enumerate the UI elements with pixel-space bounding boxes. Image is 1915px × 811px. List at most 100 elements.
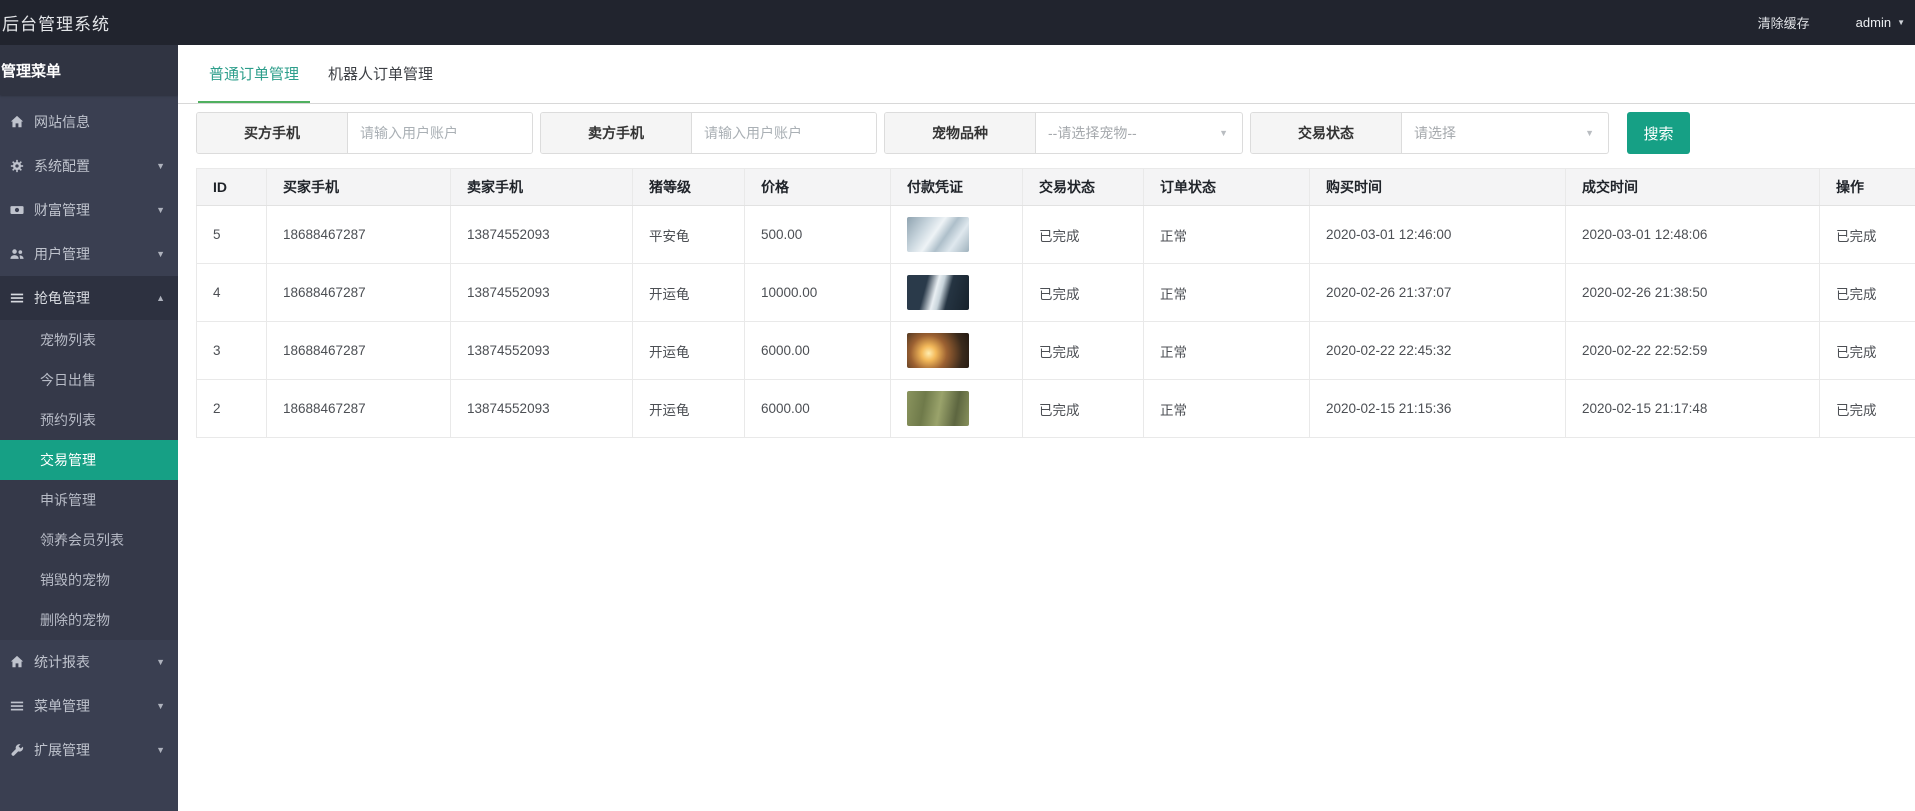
sidebar-subitem-4-0[interactable]: 宠物列表 [0, 320, 178, 360]
grade-cell: 开运龟 [633, 322, 745, 380]
sidebar-subitem-4-1[interactable]: 今日出售 [0, 360, 178, 400]
column-header-3: 猪等级 [633, 169, 745, 206]
sidebar-subitem-4-2[interactable]: 预约列表 [0, 400, 178, 440]
orders-table: ID买家手机卖家手机猪等级价格付款凭证交易状态订单状态购买时间成交时间操作 51… [196, 168, 1915, 438]
table-row: 41868846728713874552093开运龟10000.00已完成正常2… [197, 264, 1915, 322]
seller-cell: 13874552093 [451, 264, 633, 322]
table-row: 21868846728713874552093开运龟6000.00已完成正常20… [197, 380, 1915, 438]
payment-voucher-thumbnail[interactable] [907, 217, 969, 252]
sidebar-subitem-4-3[interactable]: 交易管理 [0, 440, 178, 480]
sidebar-item-5[interactable]: 统计报表▼ [0, 640, 178, 684]
deal_time-cell: 2020-03-01 12:48:06 [1566, 206, 1820, 264]
tab-1[interactable]: 机器人订单管理 [317, 45, 444, 103]
seller-phone-input[interactable] [692, 113, 876, 153]
payment-voucher-thumbnail[interactable] [907, 275, 969, 310]
price-cell: 6000.00 [745, 322, 891, 380]
sidebar-item-label: 菜单管理 [34, 696, 90, 716]
clear-cache-button[interactable]: 清除缓存 [1758, 13, 1810, 32]
trade_status-cell: 已完成 [1023, 264, 1144, 322]
price-cell: 500.00 [745, 206, 891, 264]
buyer-phone-filter: 买方手机 [196, 112, 533, 154]
chevron-down-icon: ▼ [1219, 128, 1228, 138]
payment-voucher-thumbnail[interactable] [907, 333, 969, 368]
caret-down-icon: ▼ [156, 161, 165, 171]
sidebar-item-4[interactable]: 抢龟管理 ▲ [0, 276, 178, 320]
deal_time-cell: 2020-02-15 21:17:48 [1566, 380, 1820, 438]
order_status-cell: 正常 [1144, 380, 1310, 438]
action-link[interactable]: 已完成 [1836, 345, 1877, 360]
payment-voucher-cell [891, 380, 1023, 438]
sidebar-subitem-4-7[interactable]: 删除的宠物 [0, 600, 178, 640]
action-link[interactable]: 已完成 [1836, 287, 1877, 302]
column-header-0: ID [197, 169, 267, 206]
trade-status-select-value: 请选择 [1414, 123, 1456, 143]
sidebar-item-label: 用户管理 [34, 244, 90, 264]
payment-voucher-thumbnail[interactable] [907, 391, 969, 426]
wrench-icon [10, 743, 28, 757]
caret-down-icon: ▼ [156, 249, 165, 259]
sidebar-submenu: 宠物列表今日出售预约列表交易管理申诉管理领养会员列表销毁的宠物删除的宠物 [0, 320, 178, 640]
sidebar-item-2[interactable]: 财富管理▼ [0, 188, 178, 232]
sidebar-item-1[interactable]: 系统配置 ▼ [0, 144, 178, 188]
sidebar-item-label: 抢龟管理 [34, 288, 90, 308]
order_status-cell: 正常 [1144, 322, 1310, 380]
sidebar-subitem-4-6[interactable]: 销毁的宠物 [0, 560, 178, 600]
pet-type-select[interactable]: --请选择宠物-- ▼ [1036, 113, 1242, 153]
sidebar-subitem-4-5[interactable]: 领养会员列表 [0, 520, 178, 560]
payment-voucher-cell [891, 264, 1023, 322]
column-header-1: 买家手机 [267, 169, 451, 206]
sidebar: 管理菜单 网站信息系统配置▼财富管理▼用户管理▼抢龟管理▲宠物列表今日出售预约列… [0, 45, 178, 811]
trade-status-filter: 交易状态 请选择 ▼ [1250, 112, 1609, 154]
sidebar-item-3[interactable]: 用户管理 ▼ [0, 232, 178, 276]
sidebar-item-6[interactable]: 菜单管理 ▼ [0, 684, 178, 728]
action-link[interactable]: 已完成 [1836, 403, 1877, 418]
caret-down-icon: ▼ [156, 701, 165, 711]
trade-status-label: 交易状态 [1251, 113, 1402, 153]
users-icon [10, 247, 28, 261]
buyer-cell: 18688467287 [267, 322, 451, 380]
column-header-8: 购买时间 [1310, 169, 1566, 206]
buyer-phone-input[interactable] [348, 113, 532, 153]
list-icon [10, 699, 28, 713]
column-header-6: 交易状态 [1023, 169, 1144, 206]
sidebar-item-label: 系统配置 [34, 156, 90, 176]
id-cell: 3 [197, 322, 267, 380]
buyer-cell: 18688467287 [267, 206, 451, 264]
table-row: 31868846728713874552093开运龟6000.00 已完成 正常20… [197, 322, 1915, 380]
trade-status-select[interactable]: 请选择 ▼ [1402, 113, 1608, 153]
table-body: 51868846728713874552093平安龟500.00已完成正常202… [197, 206, 1915, 438]
caret-down-icon: ▼ [156, 745, 165, 755]
tab-bar: 普通订单管理机器人订单管理 [178, 45, 1915, 104]
sidebar-header: 管理菜单 [0, 45, 178, 95]
sidebar-item-0[interactable]: 网站信息 [0, 100, 178, 144]
sidebar-item-label: 财富管理 [34, 200, 90, 220]
price-cell: 6000.00 [745, 380, 891, 438]
grade-cell: 平安龟 [633, 206, 745, 264]
pet-type-label: 宠物品种 [885, 113, 1036, 153]
buy_time-cell: 2020-02-22 22:45:32 [1310, 322, 1566, 380]
trade_status-cell: 已完成 [1023, 380, 1144, 438]
sidebar-item-7[interactable]: 扩展管理▼ [0, 728, 178, 772]
buy_time-cell: 2020-03-01 12:46:00 [1310, 206, 1566, 264]
grade-cell: 开运龟 [633, 264, 745, 322]
seller-phone-label: 卖方手机 [541, 113, 692, 153]
caret-up-icon: ▲ [156, 293, 165, 303]
orders-table-wrap: ID买家手机卖家手机猪等级价格付款凭证交易状态订单状态购买时间成交时间操作 51… [196, 168, 1915, 438]
pet-type-select-value: --请选择宠物-- [1048, 123, 1137, 143]
buyer-cell: 18688467287 [267, 264, 451, 322]
seller-cell: 13874552093 [451, 322, 633, 380]
column-header-5: 付款凭证 [891, 169, 1023, 206]
chevron-down-icon: ▼ [1585, 128, 1594, 138]
tab-0[interactable]: 普通订单管理 [198, 45, 310, 103]
buyer-phone-label: 买方手机 [197, 113, 348, 153]
grade-cell: 开运龟 [633, 380, 745, 438]
chevron-down-icon: ▼ [1897, 18, 1905, 27]
search-button[interactable]: 搜索 [1627, 112, 1690, 154]
id-cell: 2 [197, 380, 267, 438]
sidebar-subitem-4-4[interactable]: 申诉管理 [0, 480, 178, 520]
user-menu[interactable]: admin ▼ [1856, 15, 1905, 30]
order_status-cell: 正常 [1144, 206, 1310, 264]
filter-bar: 买方手机 卖方手机 宠物品种 --请选择宠物-- ▼ 交易状态 请选择 ▼ 搜索 [196, 112, 1915, 154]
navbar-right: 清除缓存 admin ▼ [1758, 13, 1915, 32]
action-link[interactable]: 已完成 [1836, 229, 1877, 244]
